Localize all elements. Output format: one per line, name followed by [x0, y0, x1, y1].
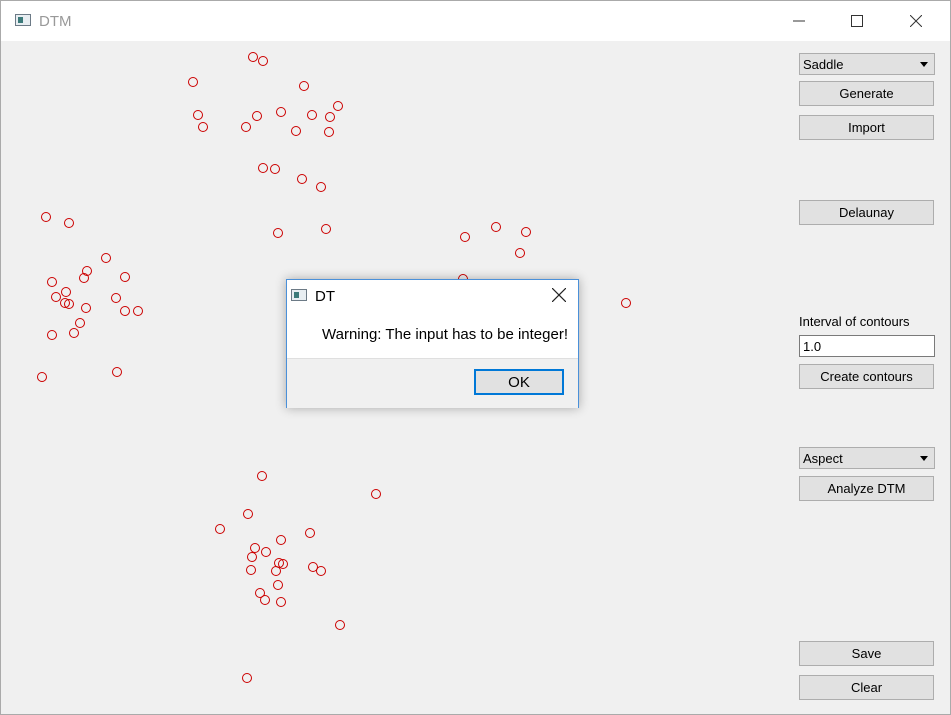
- minimize-icon: [793, 20, 805, 22]
- analyze-dtm-button[interactable]: Analyze DTM: [799, 476, 934, 501]
- maximize-button[interactable]: [834, 1, 880, 41]
- data-point: [258, 56, 268, 66]
- warning-dialog: DT Warning: The input has to be integer!…: [286, 279, 579, 408]
- create-contours-button[interactable]: Create contours: [799, 364, 934, 389]
- data-point: [316, 566, 326, 576]
- surface-type-value: Saddle: [803, 56, 844, 72]
- data-point: [250, 543, 260, 553]
- data-point: [112, 367, 122, 377]
- data-point: [241, 122, 251, 132]
- clear-button[interactable]: Clear: [799, 675, 934, 700]
- data-point: [69, 328, 79, 338]
- data-point: [276, 535, 286, 545]
- data-point: [215, 524, 225, 534]
- data-point: [64, 218, 74, 228]
- maximize-icon: [851, 15, 863, 27]
- minimize-button[interactable]: [776, 1, 822, 41]
- data-point: [193, 110, 203, 120]
- analysis-type-select[interactable]: Aspect: [799, 447, 935, 469]
- data-point: [324, 127, 334, 137]
- dialog-message: Warning: The input has to be integer!: [322, 326, 568, 343]
- data-point: [120, 306, 130, 316]
- dropdown-arrow-icon: [920, 456, 928, 461]
- data-point: [333, 101, 343, 111]
- data-point: [51, 292, 61, 302]
- close-icon: [910, 15, 922, 27]
- title-bar[interactable]: DTM: [1, 1, 950, 41]
- data-point: [515, 248, 525, 258]
- data-point: [242, 673, 252, 683]
- data-point: [276, 597, 286, 607]
- surface-type-select[interactable]: Saddle: [799, 53, 935, 75]
- data-point: [291, 126, 301, 136]
- data-point: [273, 580, 283, 590]
- data-point: [276, 107, 286, 117]
- data-point: [521, 227, 531, 237]
- data-point: [120, 272, 130, 282]
- data-point: [270, 164, 280, 174]
- data-point: [133, 306, 143, 316]
- interval-input[interactable]: 1.0: [799, 335, 935, 357]
- data-point: [460, 232, 470, 242]
- dropdown-arrow-icon: [920, 62, 928, 67]
- data-point: [248, 52, 258, 62]
- interval-label: Interval of contours: [799, 314, 910, 329]
- save-button[interactable]: Save: [799, 641, 934, 666]
- data-point: [188, 77, 198, 87]
- data-point: [252, 111, 262, 121]
- data-point: [371, 489, 381, 499]
- data-point: [273, 228, 283, 238]
- data-point: [325, 112, 335, 122]
- close-button[interactable]: [893, 1, 939, 41]
- close-icon: [552, 288, 566, 302]
- data-point: [198, 122, 208, 132]
- dialog-footer: OK: [287, 358, 578, 408]
- app-icon: [15, 14, 31, 26]
- data-point: [307, 110, 317, 120]
- data-point: [41, 212, 51, 222]
- data-point: [81, 303, 91, 313]
- data-point: [335, 620, 345, 630]
- data-point: [257, 471, 267, 481]
- data-point: [47, 330, 57, 340]
- generate-button[interactable]: Generate: [799, 81, 934, 106]
- data-point: [243, 509, 253, 519]
- data-point: [47, 277, 57, 287]
- dialog-close-button[interactable]: [549, 285, 569, 305]
- data-point: [491, 222, 501, 232]
- data-point: [247, 552, 257, 562]
- data-point: [316, 182, 326, 192]
- data-point: [111, 293, 121, 303]
- analysis-type-value: Aspect: [803, 450, 843, 466]
- window-title: DTM: [39, 13, 72, 30]
- dialog-app-icon: [291, 289, 307, 301]
- data-point: [61, 287, 71, 297]
- data-point: [299, 81, 309, 91]
- data-point: [101, 253, 111, 263]
- data-point: [621, 298, 631, 308]
- data-point: [297, 174, 307, 184]
- data-point: [258, 163, 268, 173]
- data-point: [271, 566, 281, 576]
- data-point: [305, 528, 315, 538]
- import-button[interactable]: Import: [799, 115, 934, 140]
- dialog-title: DT: [315, 288, 335, 305]
- data-point: [321, 224, 331, 234]
- data-point: [260, 595, 270, 605]
- data-point: [261, 547, 271, 557]
- delaunay-button[interactable]: Delaunay: [799, 200, 934, 225]
- data-point: [246, 565, 256, 575]
- data-point: [75, 318, 85, 328]
- data-point: [37, 372, 47, 382]
- ok-button[interactable]: OK: [474, 369, 564, 395]
